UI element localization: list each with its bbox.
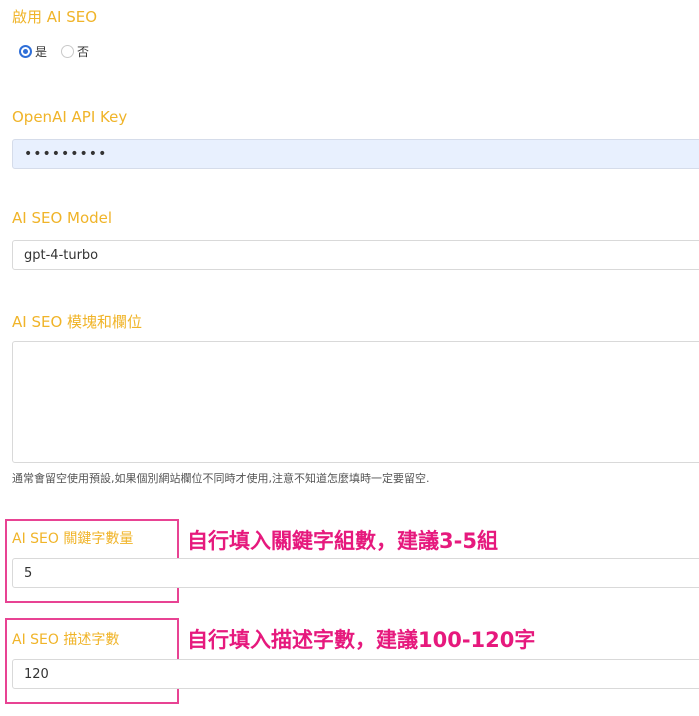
keyword-count-label: AI SEO 關鍵字數量 <box>12 531 134 547</box>
keyword-count-annotation: 自行填入關鍵字組數，建議3-5組 <box>187 529 498 553</box>
enable-no-label: 否 <box>77 44 90 59</box>
enable-yes-option[interactable]: 是 <box>19 43 47 60</box>
model-value: gpt-4-turbo <box>24 247 99 263</box>
enable-yes-label: 是 <box>35 44 48 59</box>
desc-length-value: 120 <box>24 666 49 682</box>
enable-ai-seo-label: 啟用 AI SEO <box>12 8 98 26</box>
ai-seo-settings-form: 啟用 AI SEO 是 否 OpenAI API Key ••••••••• A… <box>0 0 699 716</box>
keyword-count-value: 5 <box>24 565 33 581</box>
fields-help-text: 通常會留空使用預設,如果個別網站欄位不同時才使用,注意不知道怎麼填時一定要留空. <box>12 472 430 485</box>
desc-length-annotation: 自行填入描述字數，建議100-120字 <box>187 628 536 652</box>
api-key-input[interactable]: ••••••••• <box>12 139 699 169</box>
api-key-label: OpenAI API Key <box>12 108 128 126</box>
enable-ai-seo-radio-group: 是 否 <box>19 42 103 60</box>
enable-no-option[interactable]: 否 <box>61 43 89 60</box>
enable-yes-radio[interactable] <box>19 44 32 58</box>
api-key-value: ••••••••• <box>24 146 108 162</box>
desc-length-input[interactable]: 120 <box>12 659 699 689</box>
model-label: AI SEO Model <box>12 209 113 227</box>
fields-textarea[interactable] <box>12 341 699 463</box>
fields-label: AI SEO 模塊和欄位 <box>12 313 143 331</box>
desc-length-label: AI SEO 描述字數 <box>12 632 120 648</box>
enable-no-radio[interactable] <box>61 44 75 58</box>
model-input[interactable]: gpt-4-turbo <box>12 240 699 270</box>
keyword-count-input[interactable]: 5 <box>12 558 699 588</box>
